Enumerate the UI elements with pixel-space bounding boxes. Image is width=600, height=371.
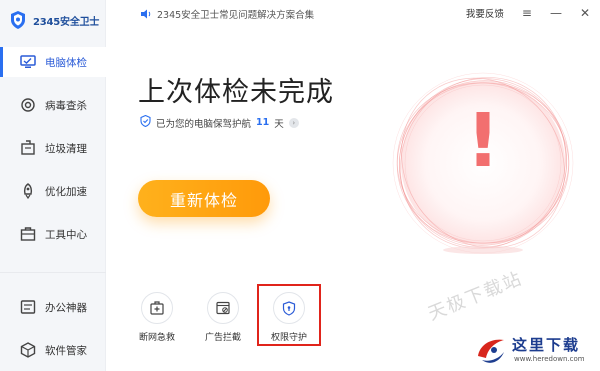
trash-icon bbox=[20, 140, 36, 156]
brand-name: 2345安全卫士 bbox=[33, 16, 100, 28]
watermark-heredown: 这里下载 www.heredown.com bbox=[474, 332, 598, 368]
watermark-tianji: 天极下载站 bbox=[425, 267, 526, 325]
heredown-logo-icon bbox=[478, 339, 504, 363]
protect-text: 已为您的电脑保驾护航 bbox=[156, 118, 252, 130]
sidebar-divider bbox=[0, 272, 106, 273]
virus-scan-icon bbox=[20, 97, 36, 113]
software-manager-icon bbox=[20, 342, 36, 358]
sidebar-item-label: 病毒查杀 bbox=[45, 99, 87, 112]
rocket-icon bbox=[20, 183, 36, 199]
sidebar-item-virus-scan[interactable]: 病毒查杀 bbox=[0, 90, 106, 120]
protect-unit: 天 bbox=[274, 118, 284, 130]
ad-block-icon bbox=[207, 292, 239, 324]
sidebar-item-junk-clean[interactable]: 垃圾清理 bbox=[0, 133, 106, 163]
sidebar-item-label: 工具中心 bbox=[45, 228, 87, 241]
protect-days: 11 bbox=[256, 117, 270, 128]
toolbox-icon bbox=[20, 226, 36, 242]
warning-orb: ! bbox=[388, 68, 578, 258]
heredown-title: 这里下载 bbox=[512, 336, 581, 354]
chevron-right-icon: › bbox=[288, 117, 299, 128]
sidebar-item-optimize[interactable]: 优化加速 bbox=[0, 176, 106, 206]
annotation-highlight-box bbox=[257, 284, 321, 346]
page-title: 上次体检未完成 bbox=[138, 77, 334, 108]
window-controls: 我要反馈 ≡ — ✕ bbox=[466, 6, 590, 20]
tool-network-rescue[interactable]: 断网急救 bbox=[134, 292, 180, 343]
menu-icon[interactable]: ≡ bbox=[522, 6, 532, 20]
recheck-button[interactable]: 重新体检 bbox=[138, 180, 270, 217]
sidebar-item-label: 电脑体检 bbox=[45, 56, 87, 69]
shield-logo-icon bbox=[8, 9, 28, 31]
alert-exclamation: ! bbox=[466, 98, 500, 184]
network-rescue-icon bbox=[141, 292, 173, 324]
monitor-icon bbox=[20, 54, 36, 70]
feedback-link[interactable]: 我要反馈 bbox=[466, 6, 504, 20]
tool-label: 广告拦截 bbox=[204, 333, 241, 343]
sidebar-item-label: 垃圾清理 bbox=[45, 142, 87, 155]
sidebar-item-label: 办公神器 bbox=[45, 301, 87, 314]
sidebar-item-pc-checkup[interactable]: 电脑体检 bbox=[0, 47, 106, 77]
close-icon[interactable]: ✕ bbox=[580, 6, 590, 20]
minimize-icon[interactable]: — bbox=[550, 6, 562, 20]
sidebar-item-office-tools[interactable]: 办公神器 bbox=[0, 292, 106, 322]
sidebar-item-tool-center[interactable]: 工具中心 bbox=[0, 219, 106, 249]
brand: 2345安全卫士 bbox=[8, 8, 99, 32]
sidebar-item-label: 软件管家 bbox=[45, 344, 87, 357]
sidebar-item-software-manager[interactable]: 软件管家 bbox=[0, 335, 106, 365]
sidebar-item-label: 优化加速 bbox=[45, 185, 87, 198]
faq-notice-link[interactable]: 2345安全卫士常见问题解决方案合集 bbox=[140, 7, 314, 21]
speaker-icon bbox=[140, 8, 152, 20]
heredown-url: www.heredown.com bbox=[514, 355, 585, 363]
notice-text: 2345安全卫士常见问题解决方案合集 bbox=[157, 10, 315, 21]
office-icon bbox=[20, 299, 36, 315]
shield-check-icon bbox=[140, 114, 151, 130]
tool-label: 断网急救 bbox=[138, 333, 175, 343]
protection-status[interactable]: 已为您的电脑保驾护航 11 天 › bbox=[140, 114, 299, 130]
tool-ad-block[interactable]: 广告拦截 bbox=[200, 292, 246, 343]
sidebar: 2345安全卫士 电脑体检 病毒查杀 垃圾清理 优化加速 工具中心 办公神器 软… bbox=[0, 0, 106, 371]
